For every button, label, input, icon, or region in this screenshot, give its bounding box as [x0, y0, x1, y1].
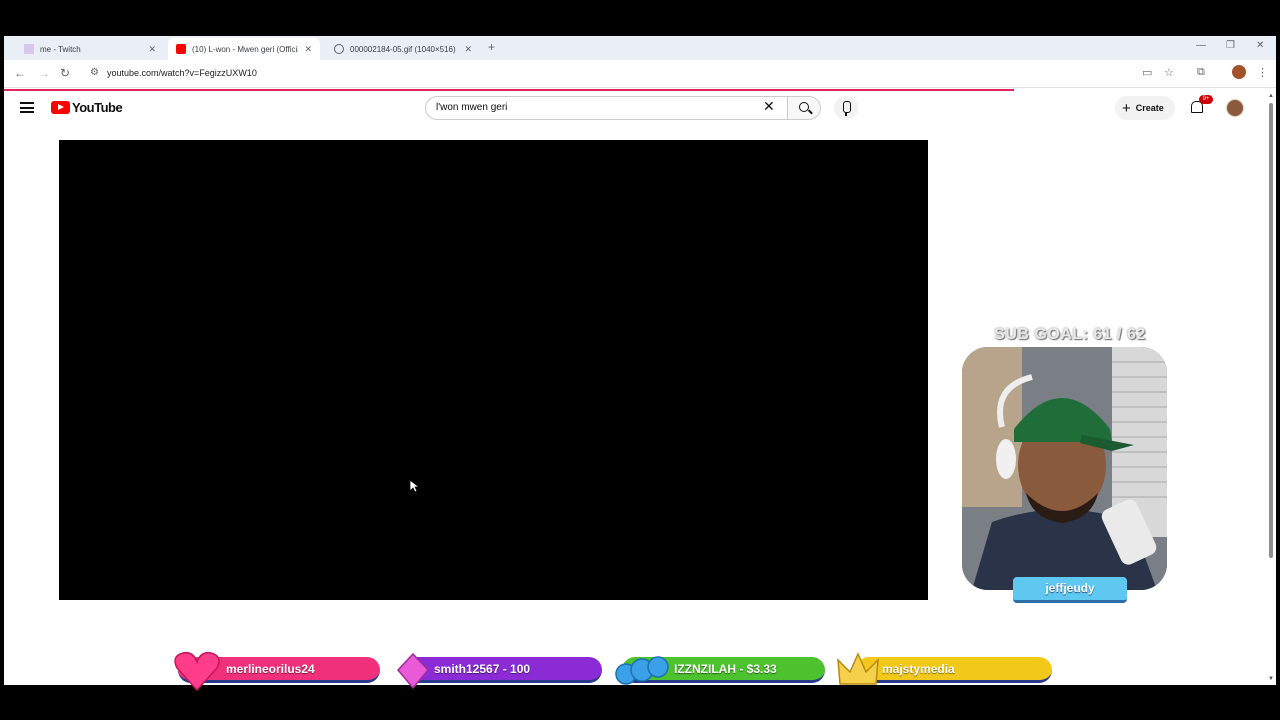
search-input[interactable]: [436, 102, 756, 113]
scroll-up-icon[interactable]: ▲: [1268, 93, 1274, 99]
youtube-logo-text: YouTube: [72, 100, 123, 115]
video-player[interactable]: [59, 140, 928, 600]
youtube-logo[interactable]: YouTube: [51, 100, 123, 115]
clear-search-icon[interactable]: ✕: [763, 98, 775, 115]
voice-search-icon[interactable]: [834, 96, 858, 120]
new-tab-button[interactable]: +: [488, 40, 495, 54]
scroll-thumb[interactable]: [1269, 103, 1273, 558]
close-window-icon[interactable]: ✕: [1256, 40, 1264, 51]
alert-bar-bits: smith12567 - 100: [402, 657, 602, 683]
crown-icon: [837, 652, 879, 685]
browser-menu-icon[interactable]: ⋮: [1257, 66, 1268, 79]
profile-avatar-icon[interactable]: [1232, 65, 1246, 79]
alert-label: merlineorilus24: [226, 661, 315, 676]
youtube-header: YouTube ✕ + Create 9+: [4, 91, 1276, 125]
reload-icon[interactable]: ↻: [60, 66, 70, 80]
tab-close-icon[interactable]: ✕: [304, 44, 312, 55]
tab-youtube[interactable]: (10) L-won - Mwen geri (Officia ✕: [168, 38, 320, 60]
back-icon[interactable]: ←: [14, 66, 26, 80]
tab-title: 000002184-05.gif (1040×516): [350, 44, 456, 54]
tab-title: (10) L-won - Mwen geri (Officia: [192, 44, 299, 54]
search-button[interactable]: [787, 96, 821, 120]
youtube-favicon-icon: [176, 44, 186, 54]
alert-label: IZZNZILAH - $3.33: [674, 661, 777, 676]
alert-label: smith12567 - 100: [434, 661, 531, 676]
scroll-down-icon[interactable]: ▼: [1268, 676, 1274, 682]
restore-icon[interactable]: ❐: [1226, 40, 1235, 51]
tab-strip: me - Twitch ✕ (10) L-won - Mwen geri (Of…: [4, 36, 1276, 60]
address-bar: ← → ↻ ⚙ youtube.com/watch?v=FegizzUXW10 …: [4, 60, 1276, 88]
globe-icon: [334, 44, 344, 54]
screen: me - Twitch ✕ (10) L-won - Mwen geri (Of…: [0, 0, 1280, 720]
create-label: Create: [1135, 103, 1164, 113]
webcam-image: [962, 347, 1167, 590]
youtube-play-icon: [51, 101, 70, 114]
coins-icon: [615, 656, 669, 685]
create-button[interactable]: + Create: [1115, 96, 1175, 120]
tab-gif[interactable]: 000002184-05.gif (1040×516) ✕: [326, 38, 480, 60]
site-info-icon[interactable]: ⚙: [90, 67, 99, 78]
diamond-icon: [396, 652, 430, 690]
mouse-cursor-icon: [409, 479, 419, 493]
hamburger-menu-icon[interactable]: [20, 102, 34, 113]
sub-goal-text: SUB GOAL: 61 / 62: [994, 326, 1146, 343]
search-icon: [799, 102, 809, 112]
plus-icon: +: [1122, 99, 1131, 117]
extensions-icon[interactable]: ⧉: [1197, 66, 1205, 79]
streamer-name-tag: jeffjeudy: [1013, 577, 1127, 603]
url-field[interactable]: youtube.com/watch?v=FegizzUXW10: [107, 68, 257, 78]
bookmark-star-icon[interactable]: ☆: [1164, 66, 1174, 79]
page-scrollbar[interactable]: ▲ ▼: [1266, 91, 1276, 685]
tab-close-icon[interactable]: ✕: [148, 44, 156, 55]
minimize-icon[interactable]: —: [1196, 40, 1206, 51]
tab-twitch[interactable]: me - Twitch ✕: [16, 38, 164, 60]
tab-title: me - Twitch: [40, 44, 81, 54]
install-app-icon[interactable]: ▭: [1142, 66, 1152, 79]
twitch-favicon-icon: [24, 44, 34, 54]
account-avatar[interactable]: [1226, 99, 1244, 117]
webcam-feed: [962, 347, 1167, 590]
alert-label: majstymedia: [882, 661, 955, 676]
search-box[interactable]: [425, 96, 789, 120]
forward-icon[interactable]: →: [38, 66, 50, 80]
notification-badge: 9+: [1199, 95, 1213, 104]
heart-icon: [174, 651, 220, 692]
alert-bar-subscription: majstymedia: [856, 657, 1052, 683]
tab-close-icon[interactable]: ✕: [464, 44, 472, 55]
